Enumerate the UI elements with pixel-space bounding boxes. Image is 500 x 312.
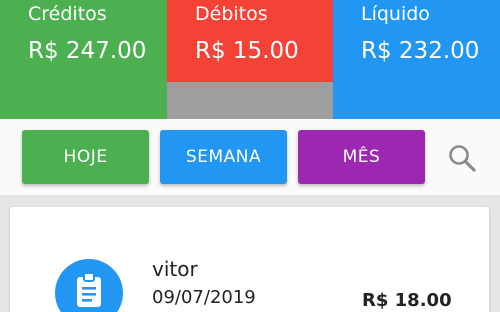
today-button[interactable]: HOJE (22, 130, 149, 184)
search-icon[interactable] (445, 141, 479, 175)
net-card: Líquido R$ 232.00 (333, 0, 500, 119)
credits-card: Créditos R$ 247.00 (0, 0, 167, 119)
transaction-list: vitor 09/07/2019 R$ 18.00 (0, 195, 500, 312)
transaction-date: 09/07/2019 (152, 287, 256, 308)
credits-value: R$ 247.00 (28, 38, 147, 64)
week-button[interactable]: SEMANA (160, 130, 287, 184)
debits-label: Débitos (195, 3, 268, 25)
transaction-name: vitor (152, 257, 198, 281)
debits-card: Débitos R$ 15.00 (167, 0, 333, 119)
net-value: R$ 232.00 (361, 38, 480, 64)
filter-toolbar: HOJE SEMANA MÊS (0, 119, 500, 195)
net-label: Líquido (361, 3, 430, 25)
transaction-card[interactable]: vitor 09/07/2019 R$ 18.00 (10, 207, 489, 312)
debits-value: R$ 15.00 (195, 38, 299, 64)
summary-panel: Créditos R$ 247.00 Débitos R$ 15.00 Líqu… (0, 0, 500, 119)
credits-label: Créditos (28, 3, 107, 25)
clipboard-icon (55, 259, 123, 312)
month-button[interactable]: MÊS (298, 130, 425, 184)
transaction-amount: R$ 18.00 (362, 290, 452, 311)
